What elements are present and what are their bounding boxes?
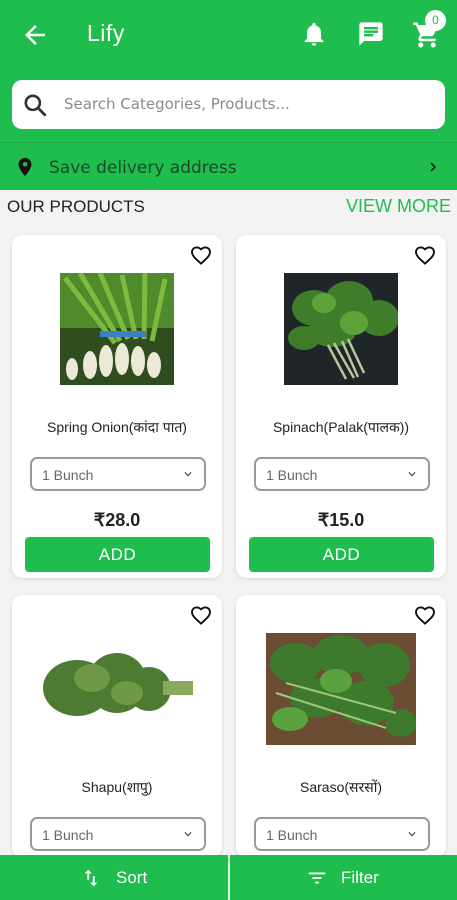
heart-icon[interactable]: [188, 603, 214, 627]
filter-button[interactable]: Filter: [230, 855, 457, 900]
filter-icon: [308, 872, 326, 884]
back-arrow-icon[interactable]: [20, 20, 50, 50]
chevron-down-icon: [408, 472, 416, 477]
search-input[interactable]: Search Categories, Products...: [64, 95, 290, 113]
app-title: Lify: [87, 20, 125, 46]
product-image-shapu: [37, 643, 197, 733]
delivery-address-bar[interactable]: Save delivery address: [0, 142, 457, 190]
product-price: ₹28.0: [93, 510, 141, 530]
bell-icon[interactable]: [300, 20, 328, 48]
view-more-link[interactable]: VIEW MORE: [346, 196, 451, 217]
chevron-down-icon: [184, 472, 192, 477]
product-name: Shapu(शापु): [81, 779, 153, 795]
product-name: Spinach(Palak(पालक)): [272, 419, 410, 435]
product-card-saraso[interactable]: Saraso(सरसों) 1 Bunch: [236, 595, 446, 857]
product-name: Spring Onion(कांदा पात): [47, 419, 187, 435]
add-button[interactable]: ADD: [249, 537, 434, 572]
product-card-shapu[interactable]: Shapu(शापु) 1 Bunch: [12, 595, 222, 857]
cart-count-badge: 0: [425, 10, 446, 31]
chevron-right-icon: [430, 162, 436, 172]
search-icon: [24, 94, 47, 117]
unit-select[interactable]: 1 Bunch: [254, 817, 430, 851]
heart-icon[interactable]: [412, 243, 438, 267]
product-image-spinach: [284, 273, 398, 385]
unit-select-value: 1 Bunch: [42, 467, 94, 483]
unit-select-value: 1 Bunch: [266, 467, 318, 483]
heart-icon[interactable]: [412, 603, 438, 627]
product-image-saraso: [266, 633, 416, 745]
search-bar[interactable]: Search Categories, Products...: [12, 80, 445, 129]
product-image-spring-onion: [60, 273, 174, 385]
chevron-down-icon: [408, 832, 416, 837]
section-title: OUR PRODUCTS: [7, 197, 145, 216]
unit-select-value: 1 Bunch: [42, 827, 94, 843]
location-pin-icon: [18, 157, 32, 177]
app-bar: Lify 0 Search Categories, Products...: [0, 0, 457, 142]
product-name: Saraso(सरसों): [300, 779, 382, 795]
heart-icon[interactable]: [188, 243, 214, 267]
bottom-action-bar: Sort Filter: [0, 855, 457, 900]
product-card-spinach[interactable]: Spinach(Palak(पालक)) 1 Bunch ₹15.0 ADD: [236, 235, 446, 578]
unit-select[interactable]: 1 Bunch: [30, 817, 206, 851]
filter-label: Filter: [341, 868, 379, 887]
unit-select-value: 1 Bunch: [266, 827, 318, 843]
sort-icon: [84, 869, 98, 887]
sort-label: Sort: [116, 868, 148, 887]
add-button[interactable]: ADD: [25, 537, 210, 572]
chevron-down-icon: [184, 832, 192, 837]
unit-select[interactable]: 1 Bunch: [254, 457, 430, 491]
unit-select[interactable]: 1 Bunch: [30, 457, 206, 491]
product-price: ₹15.0: [317, 510, 365, 530]
sort-button[interactable]: Sort: [0, 855, 228, 900]
chat-icon[interactable]: [356, 20, 386, 48]
product-card-spring-onion[interactable]: Spring Onion(कांदा पात) 1 Bunch ₹28.0 AD…: [12, 235, 222, 578]
delivery-address-label: Save delivery address: [49, 158, 237, 178]
